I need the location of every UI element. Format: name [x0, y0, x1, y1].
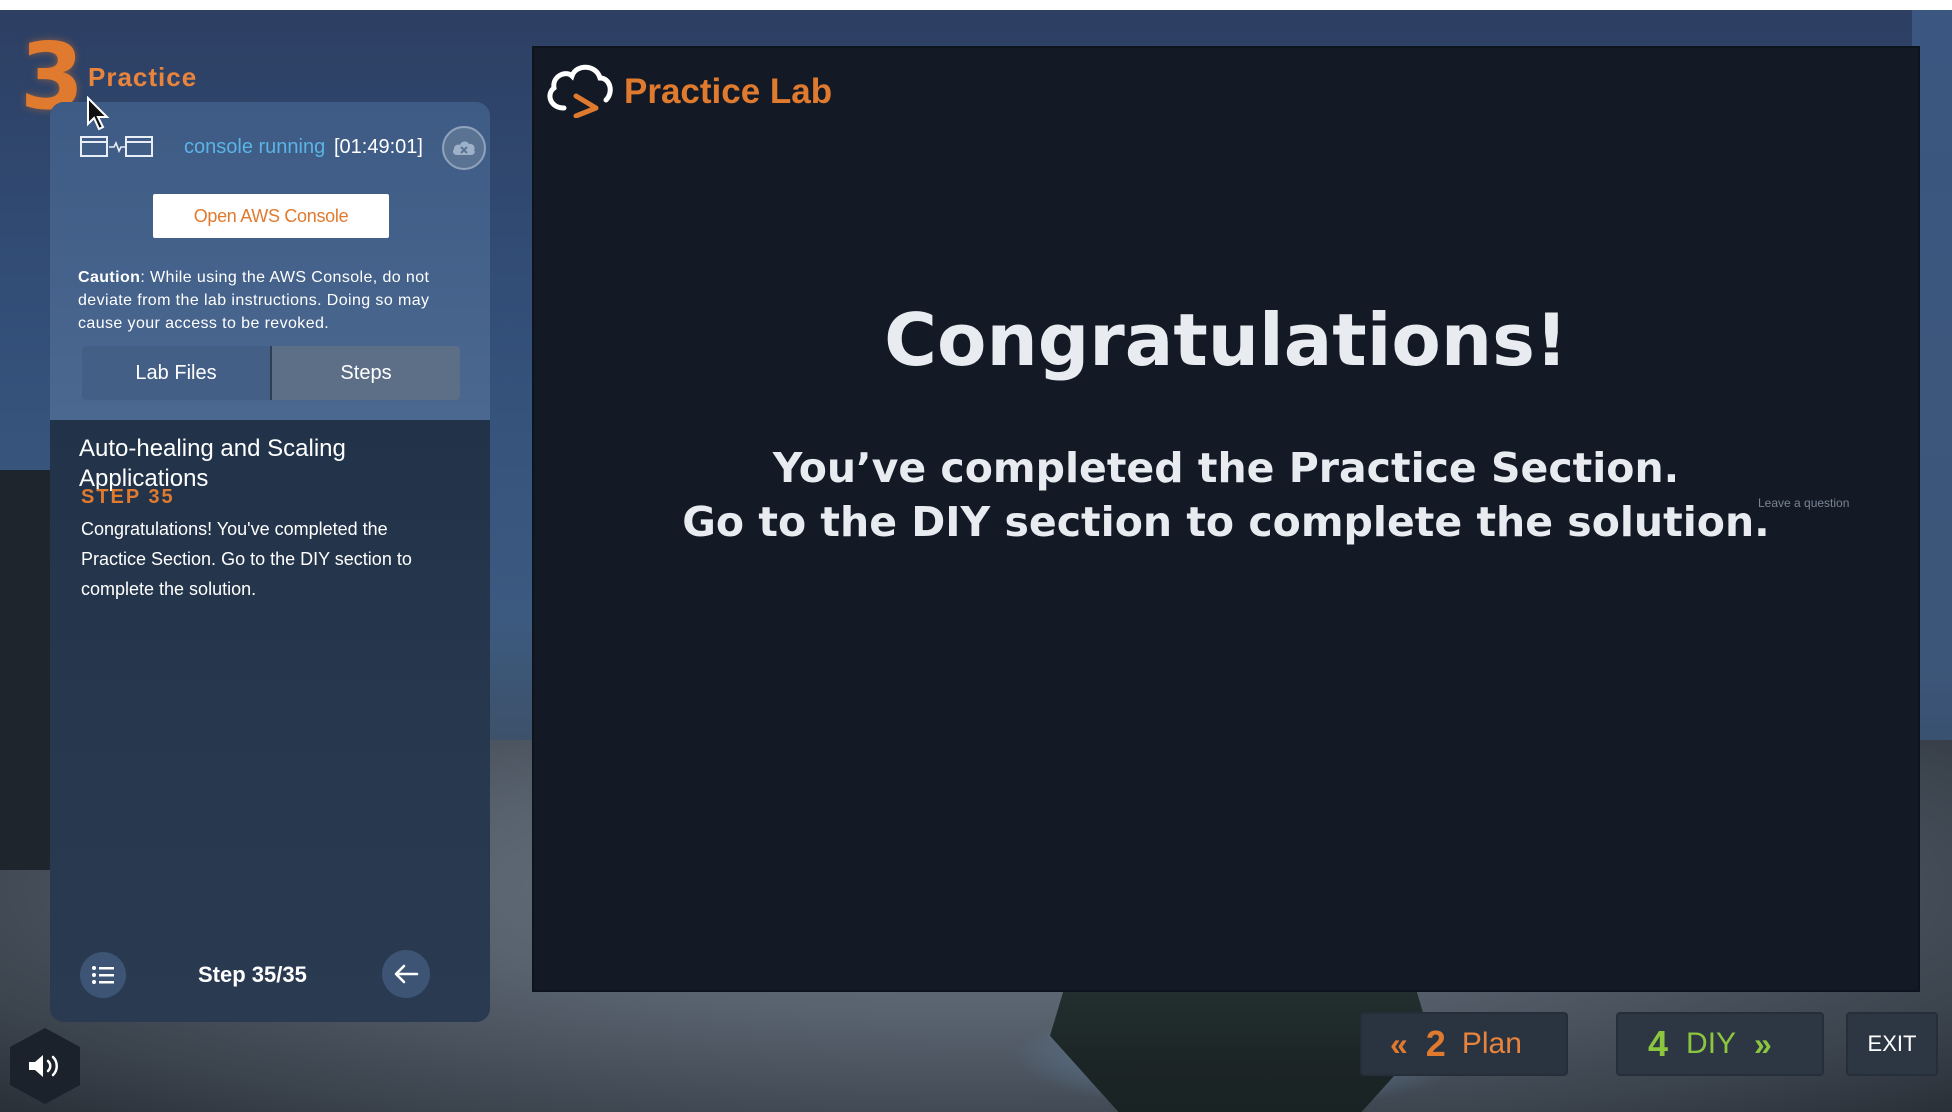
double-right-arrow-icon: »	[1754, 1025, 1772, 1062]
tab-lab-files[interactable]: Lab Files	[82, 346, 270, 400]
step-navigation: Step 35/35	[80, 948, 480, 1008]
diy-section-label: DIY	[1686, 1027, 1737, 1060]
plan-section-label: Plan	[1461, 1027, 1522, 1060]
cursor-icon	[87, 96, 110, 131]
previous-step-button[interactable]	[382, 950, 430, 998]
back-arrow-icon	[394, 964, 419, 984]
caution-message: Caution: While using the AWS Console, do…	[78, 266, 470, 335]
cloud-button[interactable]	[442, 126, 486, 170]
console-link-icon	[80, 136, 153, 157]
lab-title: Auto-healing and Scaling Applications	[79, 435, 346, 492]
practice-lab-title: Practice Lab	[624, 72, 833, 111]
console-status-row: console running [01:49:01]	[80, 126, 486, 170]
double-left-arrow-icon: «	[1390, 1025, 1408, 1062]
step-text: Congratulations! You've completed the Pr…	[81, 519, 412, 599]
cloud-logo-icon	[547, 64, 613, 118]
tab-steps[interactable]: Steps	[270, 346, 460, 400]
console-status: console running	[184, 136, 326, 158]
overlay-tooltip: Leave a question	[1758, 496, 1850, 510]
practice-lab-logo: Practice Lab	[542, 58, 942, 118]
step-list-button[interactable]	[80, 952, 126, 998]
console-section: console running [01:49:01] Open AWS Cons…	[50, 102, 490, 420]
sound-icon	[29, 1055, 58, 1077]
section-title: Practice	[88, 62, 198, 92]
caution-label: Caution	[78, 269, 141, 286]
diy-section-button[interactable]: 4 DIY »	[1616, 1012, 1824, 1076]
plan-section-number: 2	[1425, 1023, 1446, 1064]
lab-side-panel: console running [01:49:01] Open AWS Cons…	[50, 102, 490, 1022]
top-edge	[0, 0, 1952, 10]
next-step-message: Go to the DIY section to complete the so…	[682, 498, 1770, 546]
step-counter: Step 35/35	[198, 962, 307, 987]
diy-section-number: 4	[1648, 1023, 1669, 1064]
step-content: Auto-healing and Scaling Applications ST…	[50, 420, 490, 1022]
panel-tabs: Lab Files Steps	[82, 346, 460, 400]
plan-section-button[interactable]: « 2 Plan	[1360, 1012, 1568, 1076]
practice-lab-content: Practice Lab Congratulations! You’ve com…	[532, 46, 1920, 992]
cloud-icon	[453, 141, 475, 155]
congratulations-heading: Congratulations!	[884, 298, 1568, 382]
step-label: STEP 35	[81, 486, 175, 508]
exit-button[interactable]: EXIT	[1846, 1012, 1938, 1076]
completion-message: You’ve completed the Practice Section.	[772, 444, 1680, 492]
console-timer: [01:49:01]	[334, 136, 423, 158]
list-icon	[92, 966, 114, 984]
open-aws-console-button[interactable]: Open AWS Console	[153, 194, 389, 238]
